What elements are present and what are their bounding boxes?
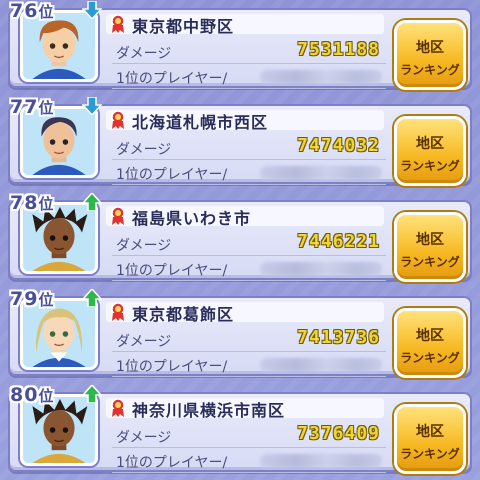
divider (112, 88, 386, 89)
rank-number: 80位 (10, 384, 55, 406)
rank-number: 76位 (10, 0, 55, 22)
top-player-label: 1位のプレイヤー/ (116, 359, 228, 375)
blurred-player-name (260, 166, 382, 180)
damage-value: 7474032 (297, 135, 380, 156)
divider (112, 472, 386, 473)
district-ranking-button-sublabel: ランキング (400, 447, 460, 461)
blurred-player-name (260, 454, 382, 468)
top-player-label: 1位のプレイヤー/ (116, 167, 228, 183)
district-ranking-list[interactable]: 東京都中野区 ダメージ 7531188 1位のプレイヤー/ 地区 ランキング 7… (0, 0, 480, 480)
damage-value: 7531188 (297, 39, 380, 60)
ranking-row: 東京都葛飾区 ダメージ 7413736 1位のプレイヤー/ 地区 ランキング 7… (8, 288, 472, 378)
district-ranking-button-sublabel: ランキング (400, 159, 460, 173)
damage-label: ダメージ (116, 238, 172, 254)
ribbon-badge-icon (111, 110, 125, 129)
damage-value: 7376409 (297, 423, 380, 444)
district-ranking-button[interactable]: 地区 ランキング (394, 116, 466, 186)
district-ranking-button-label: 地区 (416, 136, 444, 152)
region-name: 東京都中野区 (132, 17, 235, 36)
rank-down-arrow-icon (82, 1, 102, 19)
rank-up-arrow-icon (82, 193, 102, 211)
damage-label: ダメージ (116, 142, 172, 158)
district-ranking-button-sublabel: ランキング (400, 63, 460, 77)
divider (112, 63, 386, 64)
district-ranking-button[interactable]: 地区 ランキング (394, 404, 466, 474)
divider (112, 159, 386, 160)
damage-label: ダメージ (116, 334, 172, 350)
district-ranking-button[interactable]: 地区 ランキング (394, 20, 466, 90)
ribbon-badge-icon (111, 206, 125, 225)
divider (112, 376, 386, 377)
district-ranking-button-label: 地区 (416, 232, 444, 248)
ribbon-badge-icon (111, 14, 125, 33)
damage-value: 7413736 (297, 327, 380, 348)
region-name: 神奈川県横浜市南区 (132, 401, 286, 420)
district-ranking-button-sublabel: ランキング (400, 255, 460, 269)
rank-number: 77位 (10, 96, 55, 118)
rank-number: 78位 (10, 192, 55, 214)
region-name: 北海道札幌市西区 (132, 113, 269, 132)
ranking-row: 神奈川県横浜市南区 ダメージ 7376409 1位のプレイヤー/ 地区 ランキン… (8, 384, 472, 474)
region-name: 東京都葛飾区 (132, 305, 235, 324)
blurred-player-name (260, 70, 382, 84)
damage-value: 7446221 (297, 231, 380, 252)
district-ranking-button-label: 地区 (416, 328, 444, 344)
district-ranking-button-label: 地区 (416, 424, 444, 440)
divider (112, 255, 386, 256)
blurred-player-name (260, 358, 382, 372)
ranking-row: 東京都中野区 ダメージ 7531188 1位のプレイヤー/ 地区 ランキング 7… (8, 0, 472, 90)
district-ranking-button-label: 地区 (416, 40, 444, 56)
top-player-label: 1位のプレイヤー/ (116, 71, 228, 87)
rank-down-arrow-icon (82, 97, 102, 115)
top-player-label: 1位のプレイヤー/ (116, 263, 228, 279)
divider (112, 280, 386, 281)
rank-up-arrow-icon (82, 289, 102, 307)
divider (112, 447, 386, 448)
ranking-row: 福島県いわき市 ダメージ 7446221 1位のプレイヤー/ 地区 ランキング … (8, 192, 472, 282)
district-ranking-button[interactable]: 地区 ランキング (394, 212, 466, 282)
district-ranking-button-sublabel: ランキング (400, 351, 460, 365)
district-ranking-button[interactable]: 地区 ランキング (394, 308, 466, 378)
blurred-player-name (260, 262, 382, 276)
ribbon-badge-icon (111, 398, 125, 417)
damage-label: ダメージ (116, 46, 172, 62)
rank-number: 79位 (10, 288, 55, 310)
divider (112, 184, 386, 185)
top-player-label: 1位のプレイヤー/ (116, 455, 228, 471)
damage-label: ダメージ (116, 430, 172, 446)
ranking-row: 北海道札幌市西区 ダメージ 7474032 1位のプレイヤー/ 地区 ランキング… (8, 96, 472, 186)
region-name: 福島県いわき市 (132, 209, 252, 228)
ribbon-badge-icon (111, 302, 125, 321)
divider (112, 351, 386, 352)
rank-up-arrow-icon (82, 385, 102, 403)
